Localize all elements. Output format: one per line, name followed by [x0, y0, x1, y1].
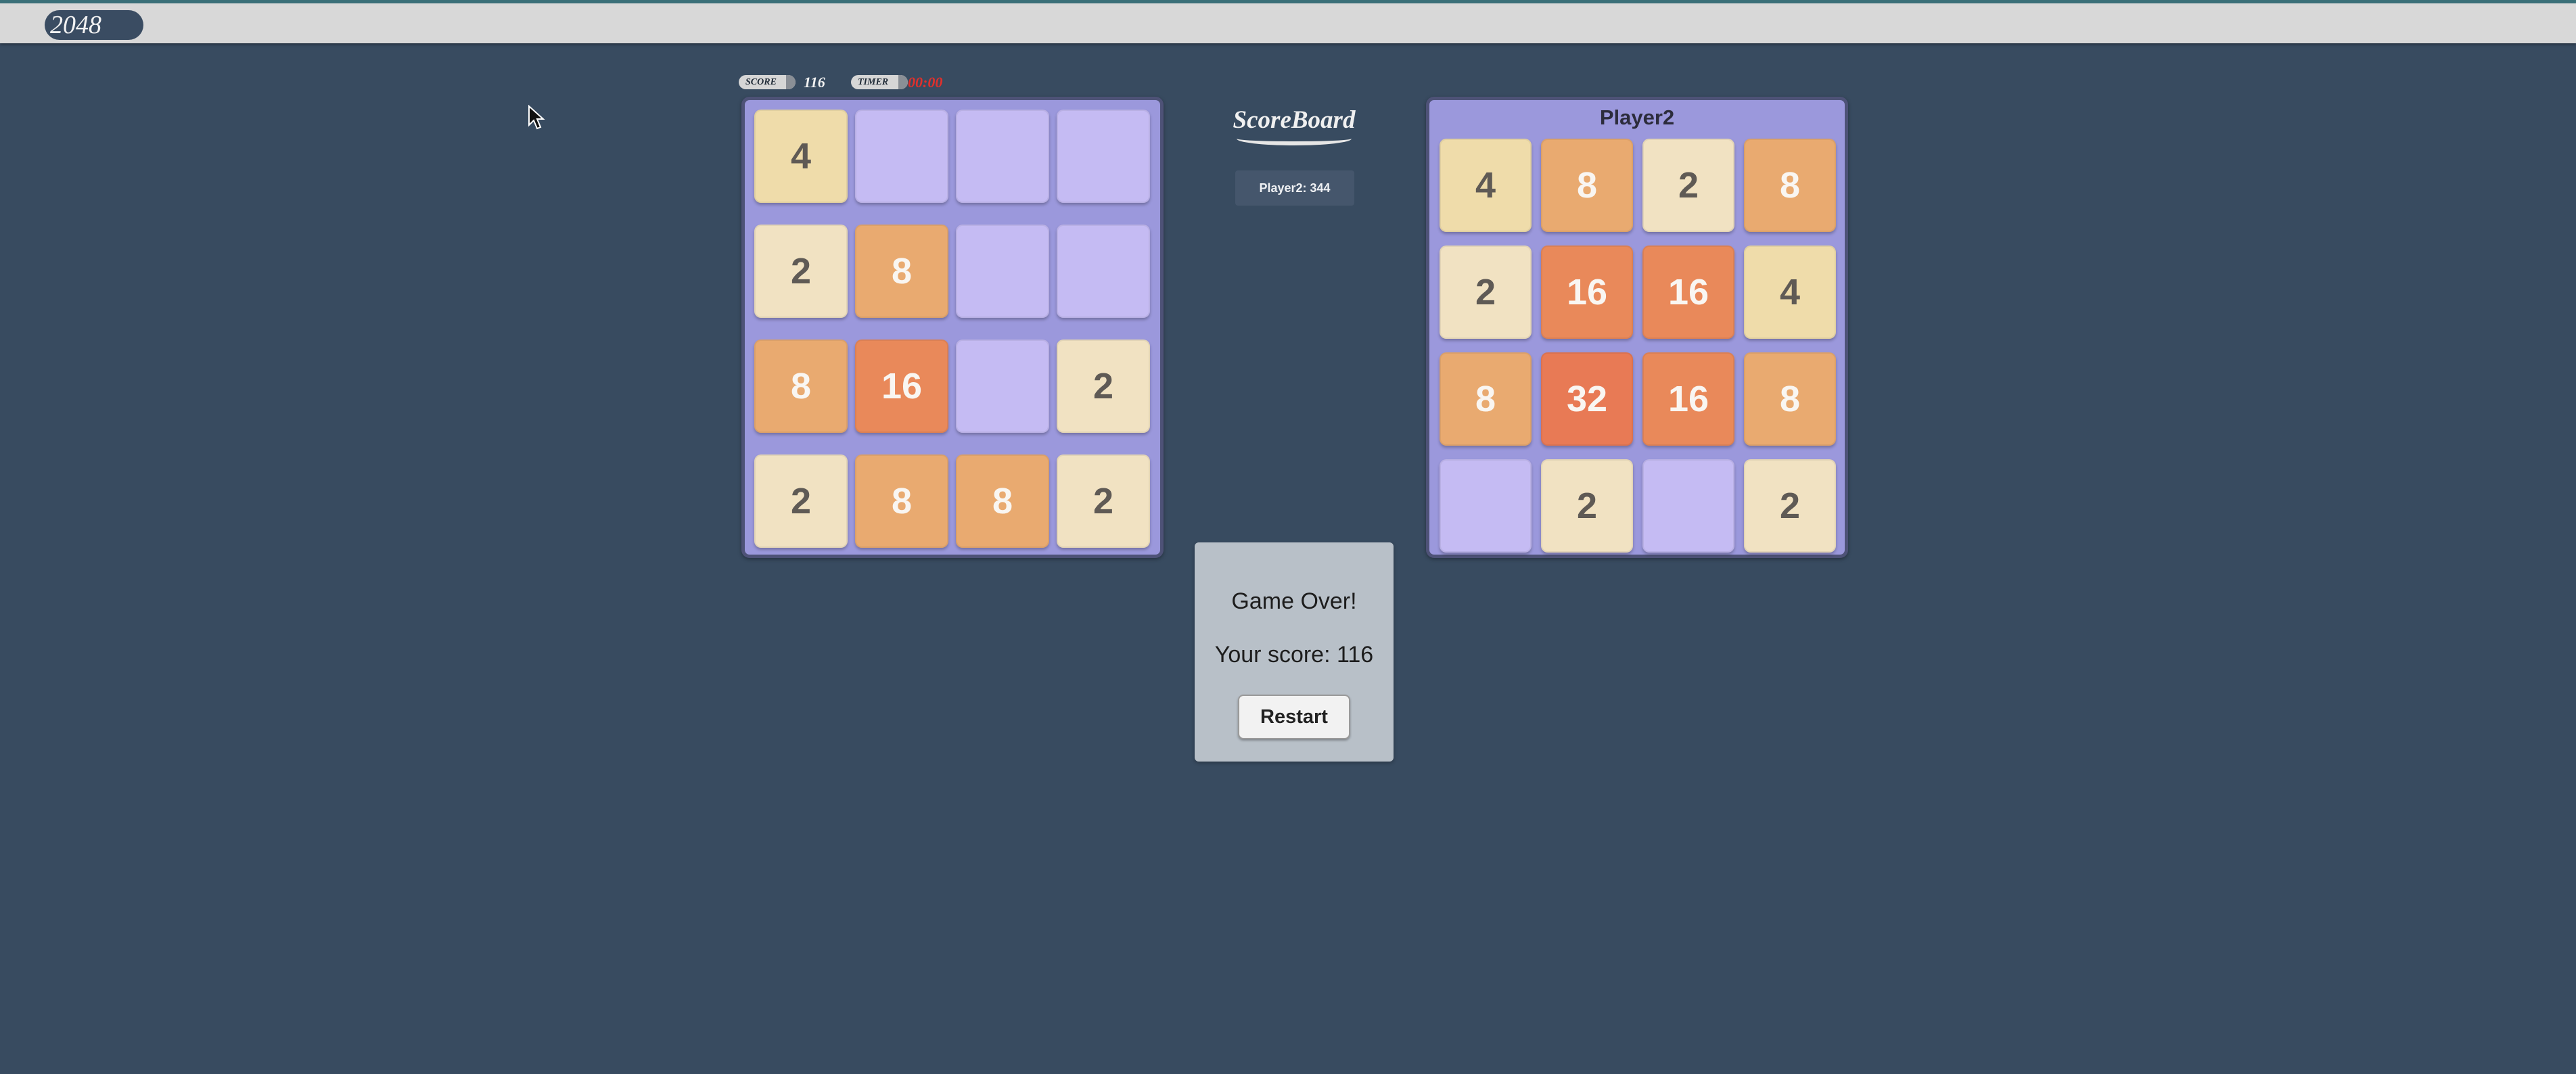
- app-logo: 2048: [45, 10, 143, 40]
- game-over-dialog: Game Over! Your score: 116 Restart: [1195, 542, 1394, 762]
- player1-tile-r4-c4: 2: [1057, 454, 1150, 548]
- player1-tile-r2-c4: [1057, 225, 1150, 318]
- player1-tile-r3-c3: [956, 340, 1049, 433]
- player1-tile-r1-c1: 4: [754, 110, 848, 203]
- player1-tile-r4-c1: 2: [754, 454, 848, 548]
- player2-tile-r1-c1: 4: [1440, 139, 1532, 232]
- timer-label: TIMER: [851, 75, 908, 89]
- player2-tile-r4-c4: 2: [1744, 459, 1836, 553]
- player2-tile-r1-c4: 8: [1744, 139, 1836, 232]
- scoreboard-swoosh: [1237, 132, 1352, 145]
- player2-tile-r3-c3: 16: [1642, 352, 1734, 446]
- top-bar: 2048: [0, 0, 2576, 43]
- player2-tile-r2-c4: 4: [1744, 246, 1836, 339]
- player1-tile-r3-c2: 16: [855, 340, 948, 433]
- scoreboard-entry: Player2: 344: [1235, 170, 1354, 206]
- player2-tile-r2-c2: 16: [1541, 246, 1633, 339]
- score-label: SCORE: [739, 75, 796, 89]
- player2-board: Player2 4 8 2 8 2 16 16 4 8 32 16 8 2 2: [1426, 97, 1848, 558]
- player1-tile-r4-c2: 8: [855, 454, 948, 548]
- score-value: 116: [804, 74, 825, 91]
- restart-button[interactable]: Restart: [1238, 695, 1350, 739]
- player1-tile-r1-c4: [1057, 110, 1150, 203]
- player1-tile-r3-c1: 8: [754, 340, 848, 433]
- player2-tile-r4-c3: [1642, 459, 1734, 553]
- player1-tile-r2-c3: [956, 225, 1049, 318]
- player2-tile-r2-c3: 16: [1642, 246, 1734, 339]
- player2-tile-r1-c2: 8: [1541, 139, 1633, 232]
- timer-display: TIMER 00:00: [851, 74, 973, 91]
- timer-value: 00:00: [908, 74, 943, 91]
- player2-name: Player2: [1599, 106, 1675, 129]
- scoreboard-title-text: ScoreBoard: [1233, 106, 1356, 134]
- scoreboard-title: ScoreBoard: [1231, 105, 1357, 145]
- player2-tile-r4-c1: [1440, 459, 1532, 553]
- player1-tile-r1-c3: [956, 110, 1049, 203]
- score-display: SCORE 116: [739, 74, 847, 91]
- player2-tile-r3-c4: 8: [1744, 352, 1836, 446]
- player2-tile-r3-c1: 8: [1440, 352, 1532, 446]
- player2-tile-r3-c2: 32: [1541, 352, 1633, 446]
- final-score-text: Your score: 116: [1214, 642, 1374, 668]
- player1-tile-r4-c3: 8: [956, 454, 1049, 548]
- player2-tile-r4-c2: 2: [1541, 459, 1633, 553]
- player1-board[interactable]: 4 2 8 8 16 2 2 8 8 2: [741, 97, 1164, 558]
- player1-tile-r3-c4: 2: [1057, 340, 1150, 433]
- player1-tile-r1-c2: [855, 110, 948, 203]
- player1-tile-r2-c1: 2: [754, 225, 848, 318]
- player2-tile-r1-c3: 2: [1642, 139, 1734, 232]
- mouse-pointer-icon: [528, 105, 545, 130]
- game-over-title: Game Over!: [1231, 588, 1357, 614]
- player2-tile-r2-c1: 2: [1440, 246, 1532, 339]
- player1-tile-r2-c2: 8: [855, 225, 948, 318]
